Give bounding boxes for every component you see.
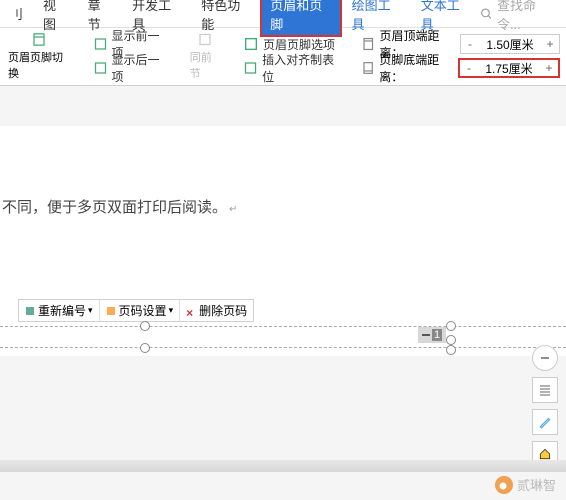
weibo-icon	[495, 476, 513, 494]
header-dist-plus[interactable]: +	[541, 37, 559, 51]
footer-ruler: 1	[0, 326, 566, 356]
home-icon	[538, 447, 552, 461]
ruler-handle[interactable]	[140, 321, 150, 331]
side-tool-minus[interactable]	[532, 345, 558, 371]
brush-icon	[538, 415, 552, 429]
footer-distance-label: 页脚底端距离：	[361, 51, 454, 85]
footer-dist-value[interactable]: 1.75厘米	[478, 60, 540, 77]
same-prev-icon	[195, 32, 215, 47]
delete-icon: ×	[186, 306, 196, 316]
next-icon	[93, 60, 108, 76]
header-footer-switch[interactable]: 页眉页脚切换	[0, 28, 79, 85]
minus-icon	[539, 352, 551, 364]
page-number-field[interactable]: 1	[418, 327, 446, 343]
ruler-handle[interactable]	[446, 345, 456, 355]
header-dist-value[interactable]: 1.50厘米	[479, 36, 541, 53]
document-text: 不同，便于多页双面打印后阅读。↵	[0, 196, 566, 217]
watermark: 贰琳智	[495, 475, 556, 494]
side-tool-lines[interactable]	[532, 377, 558, 403]
header-dist-minus[interactable]: -	[461, 37, 479, 51]
ruler-handle[interactable]	[446, 335, 456, 345]
same-as-prev-button: 同前节	[182, 28, 229, 85]
switch-icon	[29, 32, 49, 47]
ruler-handle[interactable]	[140, 343, 150, 353]
ruler-handle[interactable]	[446, 321, 456, 331]
footer-dist-minus[interactable]: -	[460, 61, 478, 75]
footer-dist-plus[interactable]: +	[540, 61, 558, 75]
insert-align-tab[interactable]: 插入对齐制表位	[237, 49, 347, 87]
menu-cut[interactable]: 刂	[0, 4, 33, 23]
settings-icon	[106, 306, 116, 316]
search-icon	[480, 7, 493, 21]
renumber-button[interactable]: 重新编号▾	[19, 300, 100, 321]
pagenum-toolbar: 重新编号▾ 页码设置▾ × 删除页码	[18, 299, 254, 322]
delete-pagenum-button[interactable]: × 删除页码	[180, 300, 253, 321]
pagenum-settings-button[interactable]: 页码设置▾	[100, 300, 181, 321]
side-tool-brush[interactable]	[532, 409, 558, 435]
footer-dist-icon	[361, 60, 375, 76]
header-distance-stepper[interactable]: - 1.50厘米 +	[460, 34, 560, 54]
renumber-icon	[25, 306, 35, 316]
show-next-button[interactable]: 显示后一项	[87, 49, 174, 87]
status-bar	[0, 460, 566, 472]
lines-icon	[538, 383, 552, 397]
footer-distance-stepper[interactable]: - 1.75厘米 +	[458, 58, 560, 78]
align-icon	[243, 60, 258, 76]
header-dist-icon	[361, 36, 376, 52]
